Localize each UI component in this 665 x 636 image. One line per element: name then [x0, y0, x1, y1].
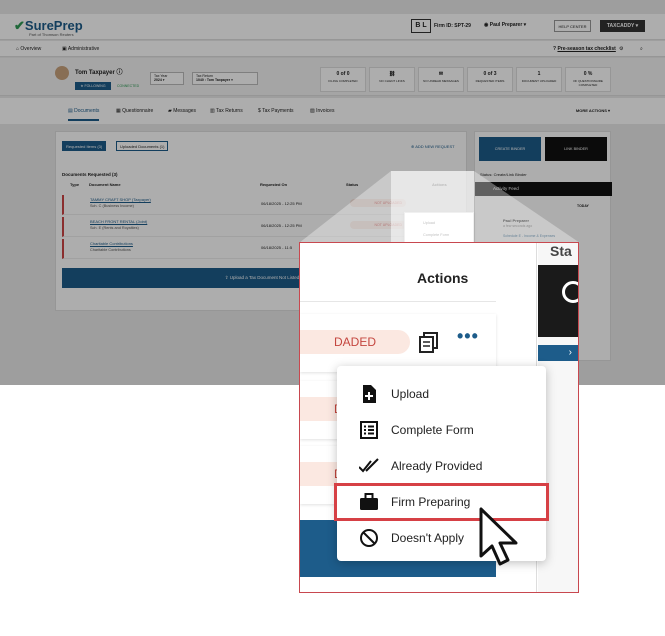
menu-item-upload[interactable]: Upload [337, 376, 546, 412]
menu-item-label: Upload [391, 387, 430, 401]
mouse-pointer-icon [479, 507, 518, 566]
clock-icon [562, 281, 578, 303]
briefcase-icon [360, 493, 378, 510]
double-check-icon [359, 458, 379, 473]
zoom-inset: Actions Sta › DADED ••• DADED DADED Uplo… [299, 242, 579, 593]
menu-item-label: Doesn't Apply [391, 531, 465, 545]
status-badge: DADED [300, 330, 410, 354]
actions-heading: Actions [417, 270, 469, 286]
menu-item-already-provided[interactable]: Already Provided [337, 448, 546, 484]
upload-file-icon [363, 385, 376, 403]
form-list-icon [360, 421, 378, 439]
status-fragment: Sta [550, 243, 572, 259]
menu-item-label: Complete Form [391, 423, 474, 437]
menu-item-label: Firm Preparing [391, 495, 471, 509]
chevron-right-icon[interactable]: › [538, 345, 578, 361]
table-row: DADED ••• [300, 314, 496, 372]
menu-item-complete-form[interactable]: Complete Form [337, 412, 546, 448]
more-dots-icon[interactable]: ••• [457, 326, 479, 347]
menu-item-label: Already Provided [391, 459, 483, 473]
documents-icon[interactable] [418, 331, 440, 353]
prohibited-icon [360, 529, 378, 547]
divider [300, 301, 496, 302]
